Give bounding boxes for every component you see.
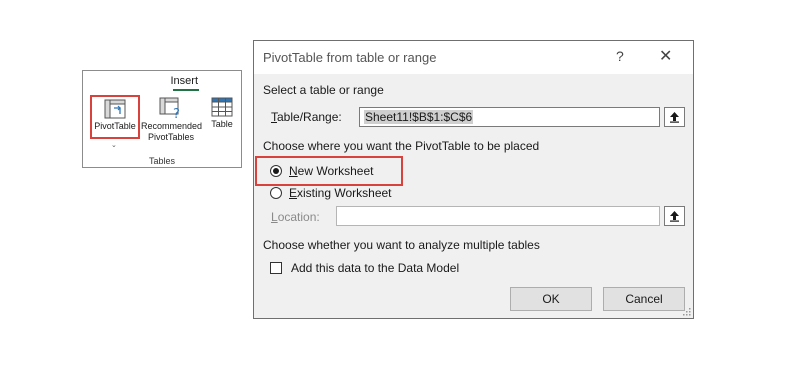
- pivottable-label: PivotTable: [94, 121, 136, 131]
- svg-text:?: ?: [173, 107, 180, 119]
- table-icon: [207, 97, 237, 117]
- table-range-collapse-button[interactable]: [664, 107, 685, 127]
- section-select-range: Select a table or range: [263, 83, 384, 97]
- existing-worksheet-radio[interactable]: Existing Worksheet: [270, 186, 392, 200]
- new-worksheet-text: ew Worksheet: [297, 164, 374, 178]
- new-worksheet-label: New Worksheet: [289, 164, 373, 178]
- table-button[interactable]: Table: [207, 97, 237, 130]
- recommended-pivottables-icon: ?: [141, 97, 201, 119]
- section-placement: Choose where you want the PivotTable to …: [263, 139, 540, 153]
- table-range-label: Table/Range:: [271, 110, 342, 124]
- collapse-dialog-icon: [670, 112, 679, 123]
- location-input[interactable]: [336, 206, 660, 226]
- resize-grip-icon[interactable]: [683, 308, 691, 316]
- existing-worksheet-text: xisting Worksheet: [297, 186, 392, 200]
- tables-group-label: Tables: [148, 156, 175, 166]
- existing-worksheet-accel: E: [289, 186, 298, 200]
- pivottable-dropdown-icon[interactable]: ⌄: [111, 141, 117, 149]
- tab-insert-underline: [173, 89, 199, 91]
- recommended-label-line2: PivotTables: [147, 132, 195, 142]
- pivottable-dialog: PivotTable from table or range ? ✕ Selec…: [253, 40, 694, 319]
- table-range-input[interactable]: Sheet11!$B$1:$C$6: [359, 107, 660, 127]
- new-worksheet-radio[interactable]: New Worksheet: [270, 164, 373, 178]
- table-range-value: Sheet11!$B$1:$C$6: [364, 110, 474, 124]
- ribbon-insert-panel: Insert PivotTable ⌄ ? Recommended PivotT…: [82, 70, 242, 168]
- collapse-dialog-icon: [670, 211, 679, 222]
- data-model-checkbox-row[interactable]: Add this data to the Data Model: [270, 261, 459, 275]
- location-label-accel: L: [271, 210, 278, 224]
- new-worksheet-accel: N: [289, 164, 298, 178]
- existing-worksheet-radio-circle[interactable]: [270, 187, 282, 199]
- location-label-text: ocation:: [277, 210, 320, 224]
- data-model-checkbox[interactable]: [270, 262, 282, 274]
- help-icon[interactable]: ?: [616, 48, 624, 64]
- location-collapse-button[interactable]: [664, 206, 685, 226]
- table-label: Table: [211, 119, 233, 129]
- section-multiple-tables: Choose whether you want to analyze multi…: [263, 238, 540, 252]
- tab-insert[interactable]: Insert: [83, 75, 241, 87]
- dialog-title: PivotTable from table or range: [263, 50, 437, 65]
- close-icon[interactable]: ✕: [659, 46, 672, 66]
- recommended-pivottables-button[interactable]: ? Recommended PivotTables: [141, 97, 203, 143]
- ok-button[interactable]: OK: [510, 287, 592, 311]
- data-model-label: Add this data to the Data Model: [291, 261, 460, 275]
- dialog-titlebar[interactable]: PivotTable from table or range ? ✕: [254, 41, 693, 74]
- pivottable-icon: [92, 99, 138, 119]
- table-range-label-text: able/Range:: [277, 110, 342, 124]
- recommended-label-line1: Recommended: [141, 121, 203, 131]
- pivottable-button[interactable]: PivotTable: [90, 95, 140, 139]
- new-worksheet-radio-circle[interactable]: [270, 165, 282, 177]
- location-label: Location:: [271, 210, 320, 224]
- existing-worksheet-label: Existing Worksheet: [289, 186, 392, 200]
- cancel-button[interactable]: Cancel: [603, 287, 685, 311]
